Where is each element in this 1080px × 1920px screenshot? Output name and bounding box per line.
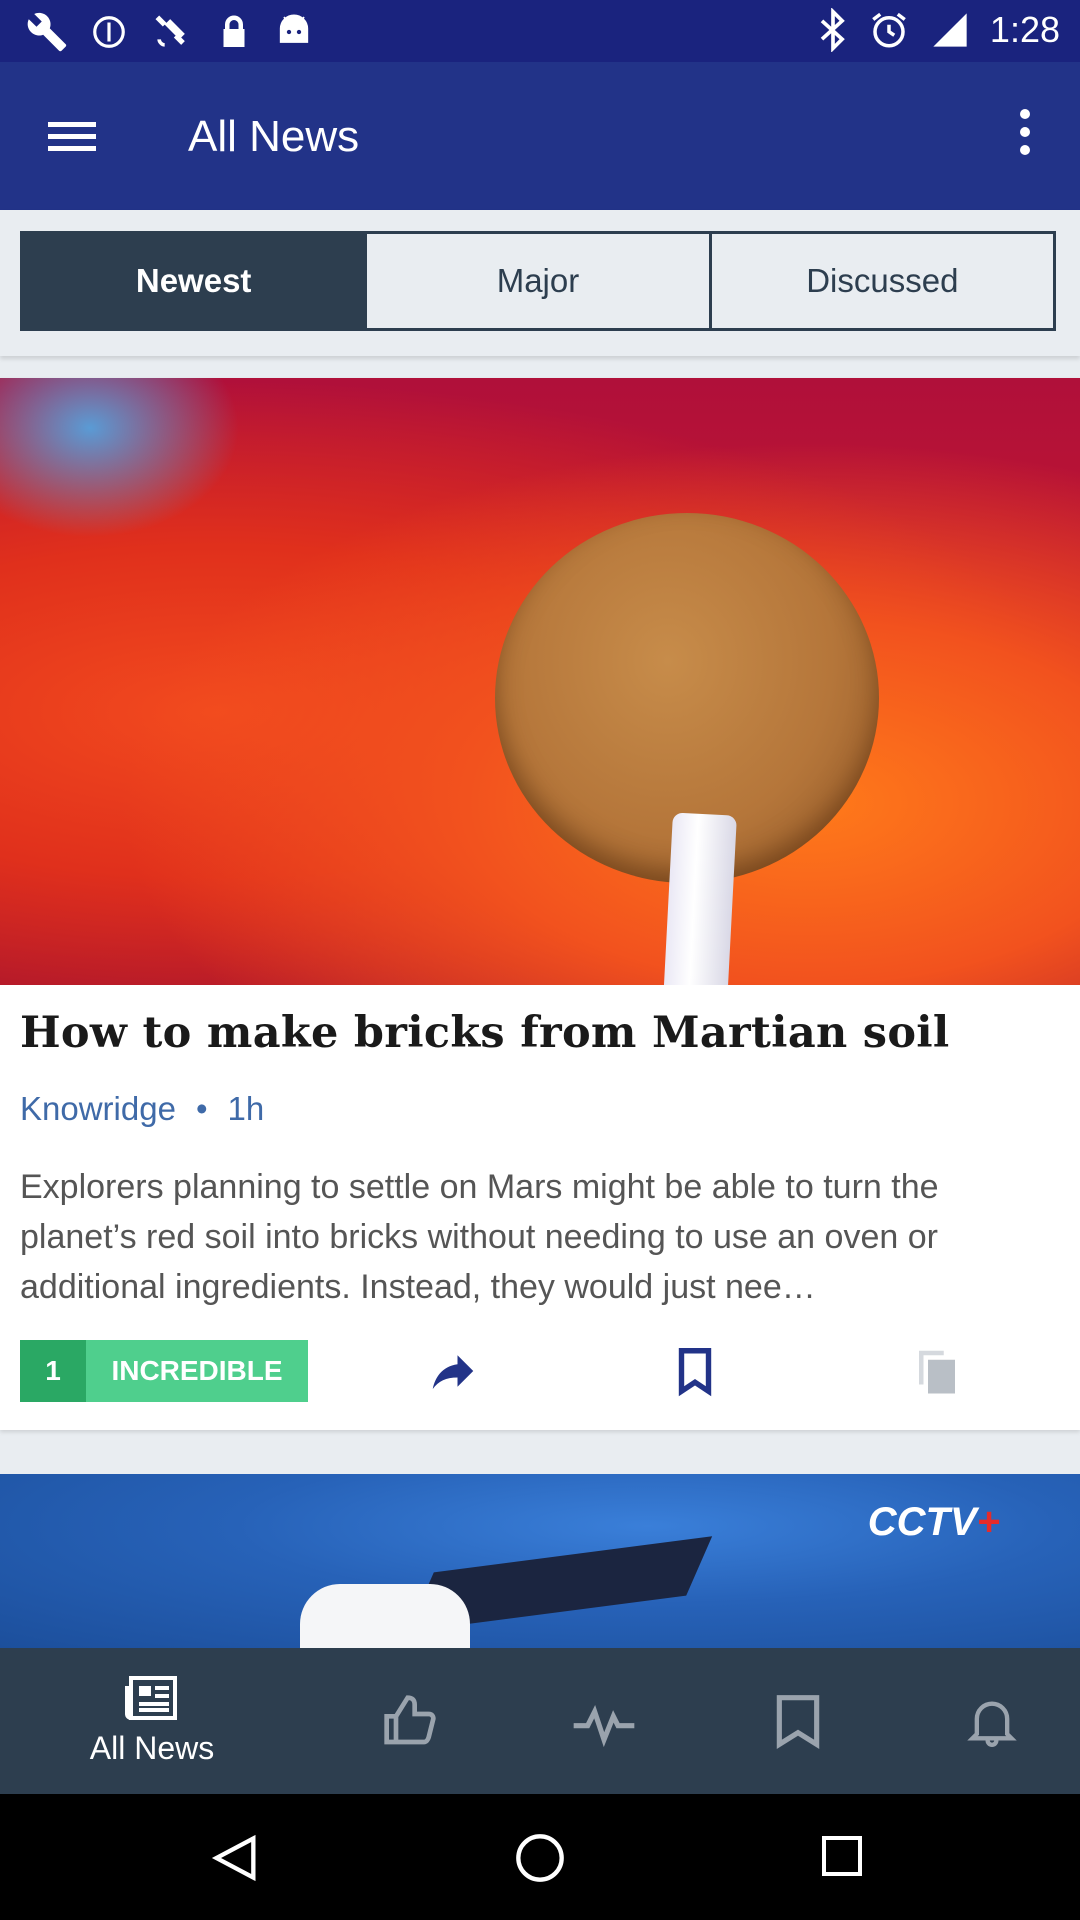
article-image[interactable]: [0, 378, 1080, 985]
home-button[interactable]: [514, 1832, 566, 1884]
android-icon: [279, 14, 309, 43]
article-summary[interactable]: Explorers planning to settle on Mars mig…: [20, 1162, 1060, 1312]
menu-button[interactable]: [42, 110, 102, 162]
segmented-control: Newest Major Discussed: [20, 231, 1056, 331]
more-vertical-icon: [1020, 109, 1030, 155]
nav-activity[interactable]: [564, 1648, 644, 1794]
status-bar: 1:28: [0, 0, 1080, 62]
data-saver-icon: [93, 16, 125, 48]
bluetooth-icon: [820, 8, 845, 52]
article-meta: Knowridge • 1h: [20, 1090, 264, 1128]
article-summary-text: Explorers planning to settle on Mars mig…: [20, 1168, 939, 1306]
reaction-badge[interactable]: 1 INCREDIBLE: [20, 1340, 308, 1402]
share-arrow-icon: [432, 1355, 474, 1389]
bookmark-icon: [678, 1348, 712, 1397]
nav-notifications[interactable]: [952, 1648, 1032, 1794]
thumbs-up-icon: [384, 1695, 436, 1745]
page-title: All News: [188, 112, 360, 161]
share-button[interactable]: [426, 1344, 480, 1398]
article-source[interactable]: Knowridge: [20, 1090, 176, 1128]
reaction-label: INCREDIBLE: [86, 1340, 308, 1402]
satellite-icon: [155, 15, 185, 47]
tab-newest[interactable]: Newest: [23, 234, 365, 328]
bookmark-outline-icon: [776, 1695, 820, 1749]
system-navigation-bar: [0, 1794, 1080, 1920]
meta-separator: •: [195, 1090, 208, 1127]
nav-all-news[interactable]: All News: [62, 1648, 242, 1794]
article-card[interactable]: How to make bricks from Martian soil Kno…: [0, 378, 1080, 1430]
article-headline[interactable]: How to make bricks from Martian soil: [20, 1008, 950, 1058]
bell-icon: [967, 1701, 1017, 1747]
nav-all-news-label: All News: [89, 1729, 215, 1766]
nav-bookmarks[interactable]: [758, 1648, 838, 1794]
hamburger-menu-icon: [48, 122, 96, 151]
cctv-logo: CCTV+: [867, 1500, 1000, 1544]
home-circle-icon: [516, 1834, 564, 1882]
pulse-icon: [573, 1704, 635, 1748]
recents-square-icon: [822, 1836, 862, 1876]
overflow-menu-button[interactable]: [1000, 102, 1050, 162]
bottom-navigation: All News: [0, 1648, 1080, 1794]
article-card-next[interactable]: CCTV+: [0, 1474, 1080, 1648]
recents-button[interactable]: [818, 1832, 870, 1884]
copy-icon: [919, 1350, 955, 1394]
article-age: 1h: [227, 1090, 265, 1127]
back-button[interactable]: [210, 1832, 262, 1884]
status-time: 1:28: [989, 9, 1060, 50]
alarm-icon: [872, 12, 906, 48]
lock-icon: [223, 15, 245, 47]
signal-icon: [933, 13, 967, 47]
tab-major[interactable]: Major: [364, 234, 708, 328]
app-bar: All News: [0, 62, 1080, 210]
bookmark-button[interactable]: [668, 1344, 722, 1398]
back-triangle-icon: [211, 1834, 256, 1882]
tab-discussed[interactable]: Discussed: [708, 234, 1053, 328]
wrench-icon: [27, 12, 67, 52]
newspaper-icon: [125, 1675, 177, 1720]
reaction-count: 1: [20, 1340, 86, 1402]
copy-button[interactable]: [910, 1344, 964, 1398]
nav-likes[interactable]: [370, 1648, 450, 1794]
tab-bar: Newest Major Discussed: [0, 210, 1080, 356]
